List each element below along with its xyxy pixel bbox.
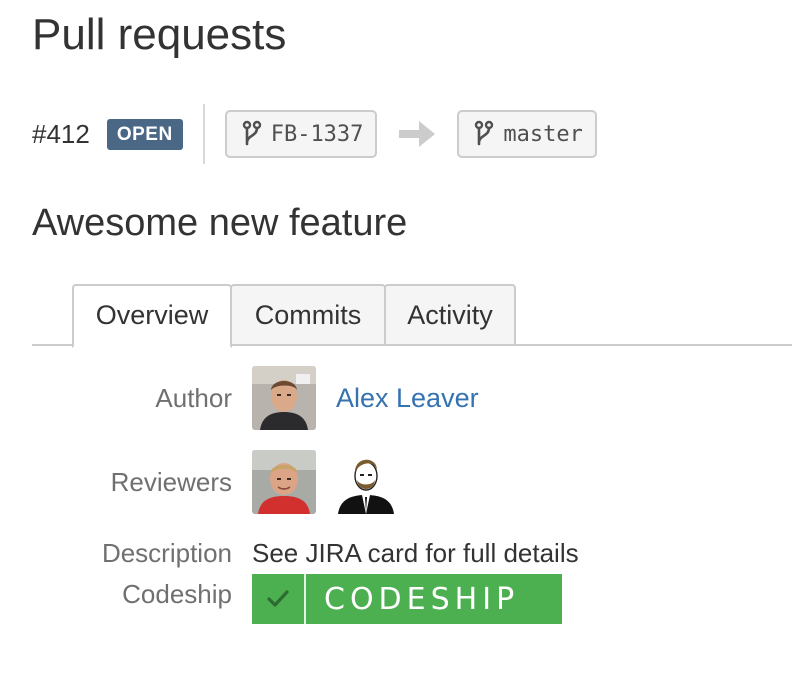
- pull-request-page: Pull requests #412 OPEN FB-1337 master A…: [0, 0, 792, 674]
- target-branch-name: master: [503, 121, 583, 147]
- codeship-badge-text: CODESHIP: [324, 581, 520, 617]
- reviewers-label: Reviewers: [110, 467, 232, 497]
- status-badge: OPEN: [106, 118, 183, 150]
- tabs-bar: Overview Commits Activity: [32, 284, 792, 348]
- author-label: Author: [155, 383, 232, 413]
- page-title: Pull requests: [32, 10, 287, 59]
- pr-title: Awesome new feature: [32, 202, 408, 244]
- pr-meta: #412 OPEN FB-1337 master: [32, 104, 597, 164]
- tab-commits[interactable]: Commits: [230, 284, 386, 346]
- reviewer-avatar[interactable]: [334, 450, 398, 514]
- description-label: Description: [101, 538, 232, 568]
- reviewer-avatar-image: [334, 450, 398, 514]
- description-text: See JIRA card for full details: [252, 538, 579, 568]
- tab-activity[interactable]: Activity: [384, 284, 516, 346]
- source-branch-name: FB-1337: [270, 121, 364, 147]
- meta-divider: [202, 104, 205, 164]
- branch-icon: [475, 120, 494, 146]
- branch-icon: [242, 120, 261, 146]
- author-avatar[interactable]: [252, 366, 316, 430]
- target-branch[interactable]: master: [457, 110, 597, 158]
- codeship-status-badge[interactable]: CODESHIP: [252, 574, 562, 624]
- reviewer-avatar[interactable]: [252, 450, 316, 514]
- arrow-right-icon: [399, 121, 436, 147]
- codeship-label: Codeship: [122, 579, 232, 609]
- tab-overview[interactable]: Overview: [72, 284, 232, 348]
- author-avatar-image: [252, 366, 316, 430]
- codeship-separator: [304, 574, 306, 624]
- pr-number: #412: [32, 118, 90, 149]
- reviewer-avatar-image: [252, 450, 316, 514]
- check-icon: [252, 574, 304, 624]
- source-branch[interactable]: FB-1337: [224, 110, 378, 158]
- author-name-link[interactable]: Alex Leaver: [336, 383, 479, 414]
